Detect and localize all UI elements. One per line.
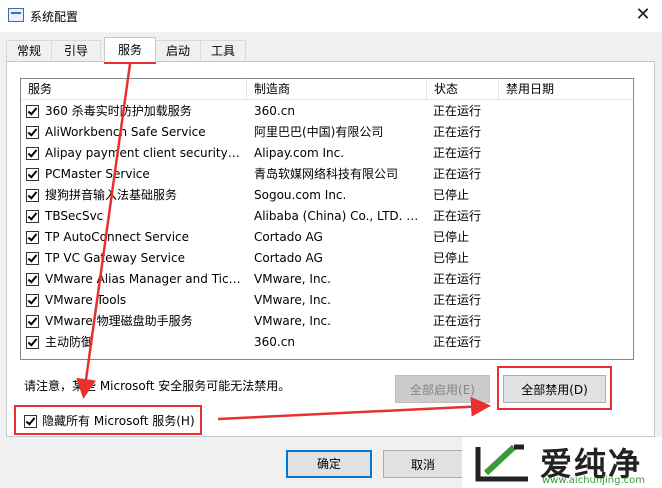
close-icon[interactable]: ✕ bbox=[628, 2, 658, 28]
service-status: 已停止 bbox=[433, 230, 470, 244]
service-status: 正在运行 bbox=[433, 167, 482, 181]
service-status: 正在运行 bbox=[433, 104, 482, 118]
service-checkbox[interactable] bbox=[26, 294, 39, 307]
service-name: AliWorkbench Safe Service bbox=[45, 125, 206, 139]
service-vendor: Alipay.com Inc. bbox=[254, 146, 345, 160]
service-name: TBSecSvc bbox=[45, 209, 104, 223]
service-status: 正在运行 bbox=[433, 293, 482, 307]
watermark-logo-icon bbox=[475, 444, 528, 482]
service-name: VMware Alias Manager and Tick... bbox=[45, 272, 243, 286]
column-header-service[interactable]: 服务 bbox=[21, 79, 247, 99]
service-vendor: Cortado AG bbox=[254, 230, 323, 244]
list-header: 服务 制造商 状态 禁用日期 bbox=[21, 79, 633, 100]
service-name: PCMaster Service bbox=[45, 167, 150, 181]
service-status: 正在运行 bbox=[433, 209, 482, 223]
enable-all-button[interactable]: 全部启用(E) bbox=[395, 375, 490, 403]
window-title: 系统配置 bbox=[30, 10, 79, 24]
service-list[interactable]: 服务 制造商 状态 禁用日期 360 杀毒实时防护加载服务 360.cn 正在运行 A… bbox=[20, 78, 634, 360]
column-header-disable-date[interactable]: 禁用日期 bbox=[499, 79, 633, 99]
service-status: 已停止 bbox=[433, 188, 470, 202]
service-status: 已停止 bbox=[433, 251, 470, 265]
note-text: 请注意，某些 Microsoft 安全服务可能无法禁用。 bbox=[24, 379, 291, 393]
column-header-vendor[interactable]: 制造商 bbox=[247, 79, 427, 99]
ok-button[interactable]: 确定 bbox=[286, 450, 372, 478]
tab-tools[interactable]: 工具 bbox=[200, 40, 246, 61]
service-vendor: VMware, Inc. bbox=[254, 293, 331, 307]
table-row[interactable]: Alipay payment client security ser... Ali… bbox=[21, 143, 633, 164]
tab-startup[interactable]: 启动 bbox=[155, 40, 201, 61]
tab-general[interactable]: 常规 bbox=[6, 40, 52, 61]
watermark-url: www.aichunjing.com bbox=[542, 475, 645, 486]
title-bar: 系统配置 ✕ bbox=[0, 0, 662, 32]
service-status: 正在运行 bbox=[433, 146, 482, 160]
service-vendor: VMware, Inc. bbox=[254, 272, 331, 286]
table-row[interactable]: 360 杀毒实时防护加载服务 360.cn 正在运行 bbox=[21, 101, 633, 122]
service-checkbox[interactable] bbox=[26, 252, 39, 265]
annotation-box-hide-ms bbox=[14, 405, 202, 435]
service-vendor: 阿里巴巴(中国)有限公司 bbox=[254, 125, 384, 139]
service-vendor: Alibaba (China) Co., LTD. A... bbox=[254, 209, 424, 223]
service-vendor: 360.cn bbox=[254, 335, 295, 349]
annotation-box-disable-all bbox=[497, 366, 612, 410]
table-row[interactable]: VMware Tools VMware, Inc. 正在运行 bbox=[21, 290, 633, 311]
service-name: Alipay payment client security ser... bbox=[45, 146, 243, 160]
table-row[interactable]: VMware 物理磁盘助手服务 VMware, Inc. 正在运行 bbox=[21, 311, 633, 332]
service-name: VMware 物理磁盘助手服务 bbox=[45, 314, 193, 328]
service-checkbox[interactable] bbox=[26, 336, 39, 349]
service-checkbox[interactable] bbox=[26, 168, 39, 181]
service-name: 搜狗拼音输入法基础服务 bbox=[45, 188, 178, 202]
tab-services[interactable]: 服务 bbox=[104, 37, 156, 62]
service-vendor: VMware, Inc. bbox=[254, 314, 331, 328]
service-checkbox[interactable] bbox=[26, 105, 39, 118]
service-name: TP VC Gateway Service bbox=[45, 251, 185, 265]
service-vendor: Cortado AG bbox=[254, 251, 323, 265]
service-name: 360 杀毒实时防护加载服务 bbox=[45, 104, 192, 118]
service-checkbox[interactable] bbox=[26, 126, 39, 139]
table-row[interactable]: TP VC Gateway Service Cortado AG 已停止 bbox=[21, 248, 633, 269]
service-name: 主动防御 bbox=[45, 335, 94, 349]
cancel-button[interactable]: 取消 bbox=[383, 450, 463, 478]
table-row[interactable]: TP AutoConnect Service Cortado AG 已停止 bbox=[21, 227, 633, 248]
service-status: 正在运行 bbox=[433, 125, 482, 139]
service-checkbox[interactable] bbox=[26, 273, 39, 286]
service-vendor: 青岛软媒网络科技有限公司 bbox=[254, 167, 399, 181]
service-name: TP AutoConnect Service bbox=[45, 230, 190, 244]
service-status: 正在运行 bbox=[433, 314, 482, 328]
service-checkbox[interactable] bbox=[26, 147, 39, 160]
service-checkbox[interactable] bbox=[26, 189, 39, 202]
service-checkbox[interactable] bbox=[26, 210, 39, 223]
watermark: 爱纯净 www.aichunjing.com bbox=[462, 437, 662, 488]
tab-boot[interactable]: 引导 bbox=[51, 40, 101, 61]
system-config-icon bbox=[8, 8, 24, 22]
table-row[interactable]: 搜狗拼音输入法基础服务 Sogou.com Inc. 已停止 bbox=[21, 185, 633, 206]
table-row[interactable]: TBSecSvc Alibaba (China) Co., LTD. A... 正在… bbox=[21, 206, 633, 227]
service-name: VMware Tools bbox=[45, 293, 127, 307]
table-row[interactable]: AliWorkbench Safe Service 阿里巴巴(中国)有限公司 正在运… bbox=[21, 122, 633, 143]
service-checkbox[interactable] bbox=[26, 315, 39, 328]
tab-strip: 常规 引导 服务 启动 工具 bbox=[0, 32, 662, 62]
column-header-status[interactable]: 状态 bbox=[427, 79, 499, 99]
service-status: 正在运行 bbox=[433, 335, 482, 349]
table-row[interactable]: VMware Alias Manager and Tick... VMware, … bbox=[21, 269, 633, 290]
service-checkbox[interactable] bbox=[26, 231, 39, 244]
table-row[interactable]: PCMaster Service 青岛软媒网络科技有限公司 正在运行 bbox=[21, 164, 633, 185]
service-status: 正在运行 bbox=[433, 272, 482, 286]
service-vendor: 360.cn bbox=[254, 104, 295, 118]
table-row[interactable]: 主动防御 360.cn 正在运行 bbox=[21, 332, 633, 353]
service-vendor: Sogou.com Inc. bbox=[254, 188, 347, 202]
